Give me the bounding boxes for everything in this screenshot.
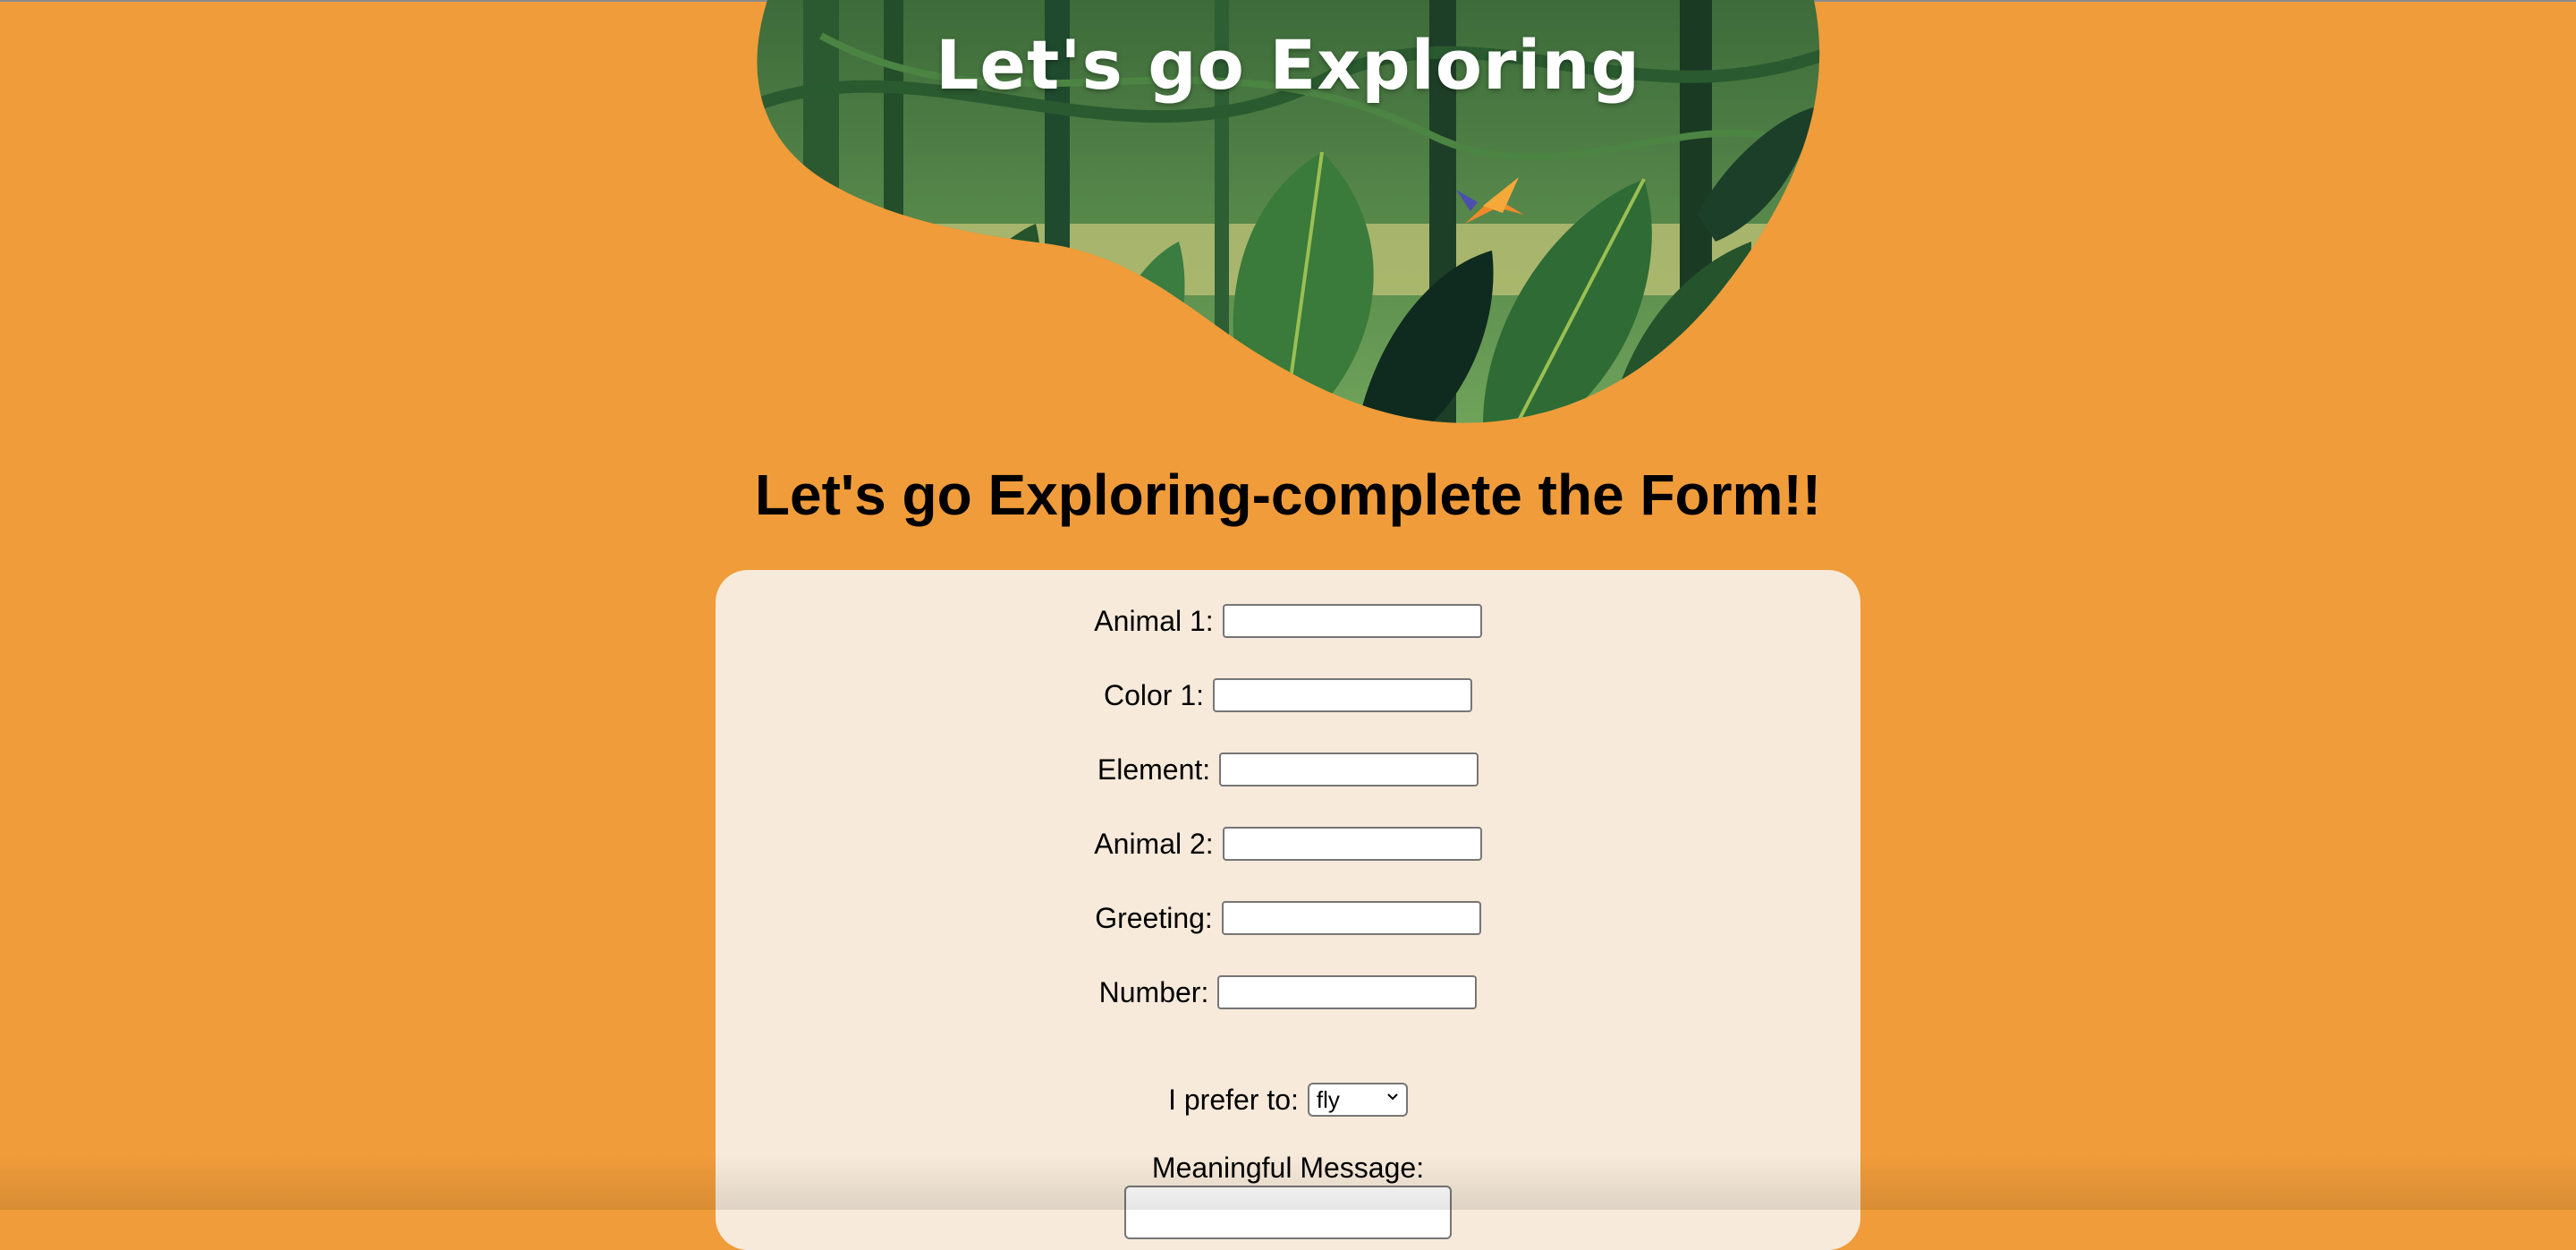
hero-banner: Let's go Exploring [750,0,1826,425]
message-textarea[interactable] [1124,1186,1452,1239]
color-1-input[interactable] [1213,678,1473,712]
field-row-animal-2: Animal 2: [716,827,1860,861]
page-title: Let's go Exploring-complete the Form!! [754,463,1822,527]
greeting-label: Greeting: [1095,901,1213,934]
prefer-label: I prefer to: [1168,1083,1299,1116]
animal-2-input[interactable] [1222,827,1482,861]
element-label: Element: [1097,753,1211,786]
animal-1-label: Animal 1: [1094,604,1214,637]
prefer-selected-value: fly [1316,1085,1340,1113]
hero-title: Let's go Exploring [936,25,1640,105]
number-input[interactable] [1217,975,1478,1009]
greeting-input[interactable] [1221,901,1481,935]
prefer-select[interactable]: fly [1307,1083,1408,1117]
animal-1-input[interactable] [1222,604,1482,638]
explore-form: Animal 1: Color 1: Element: Animal 2: Gr… [716,570,1860,1250]
field-row-element: Element: [716,753,1860,787]
message-label: Meaningful Message: [1151,1152,1425,1184]
color-1-label: Color 1: [1103,678,1205,711]
chevron-down-icon [1387,1093,1398,1101]
number-label: Number: [1098,975,1209,1008]
element-input[interactable] [1219,753,1479,787]
field-row-animal-1: Animal 1: [716,604,1860,638]
field-row-prefer: I prefer to: fly [716,1083,1860,1117]
animal-2-label: Animal 2: [1094,827,1214,860]
field-row-greeting: Greeting: [716,901,1860,935]
field-row-number: Number: [716,975,1860,1009]
field-row-color-1: Color 1: [716,678,1860,712]
